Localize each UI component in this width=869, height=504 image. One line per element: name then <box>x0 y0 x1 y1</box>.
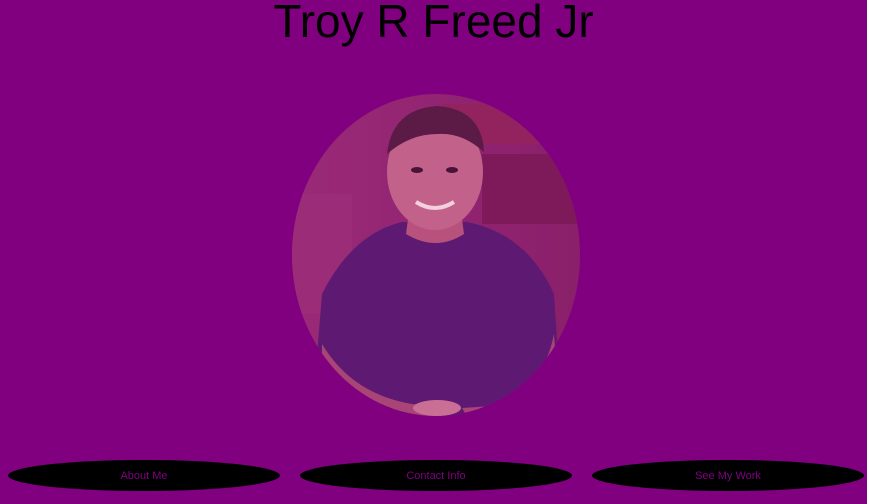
see-my-work-label: See My Work <box>695 469 761 482</box>
profile-photo-image <box>292 94 580 416</box>
page: Troy R Freed Jr About Me Contact Info Se… <box>0 0 867 504</box>
contact-info-button[interactable]: Contact Info <box>300 460 572 491</box>
profile-photo <box>292 94 580 416</box>
contact-info-label: Contact Info <box>406 469 466 482</box>
see-my-work-button[interactable]: See My Work <box>592 460 864 491</box>
about-me-button[interactable]: About Me <box>8 460 280 491</box>
page-title: Troy R Freed Jr <box>273 0 594 47</box>
about-me-label: About Me <box>120 469 168 482</box>
